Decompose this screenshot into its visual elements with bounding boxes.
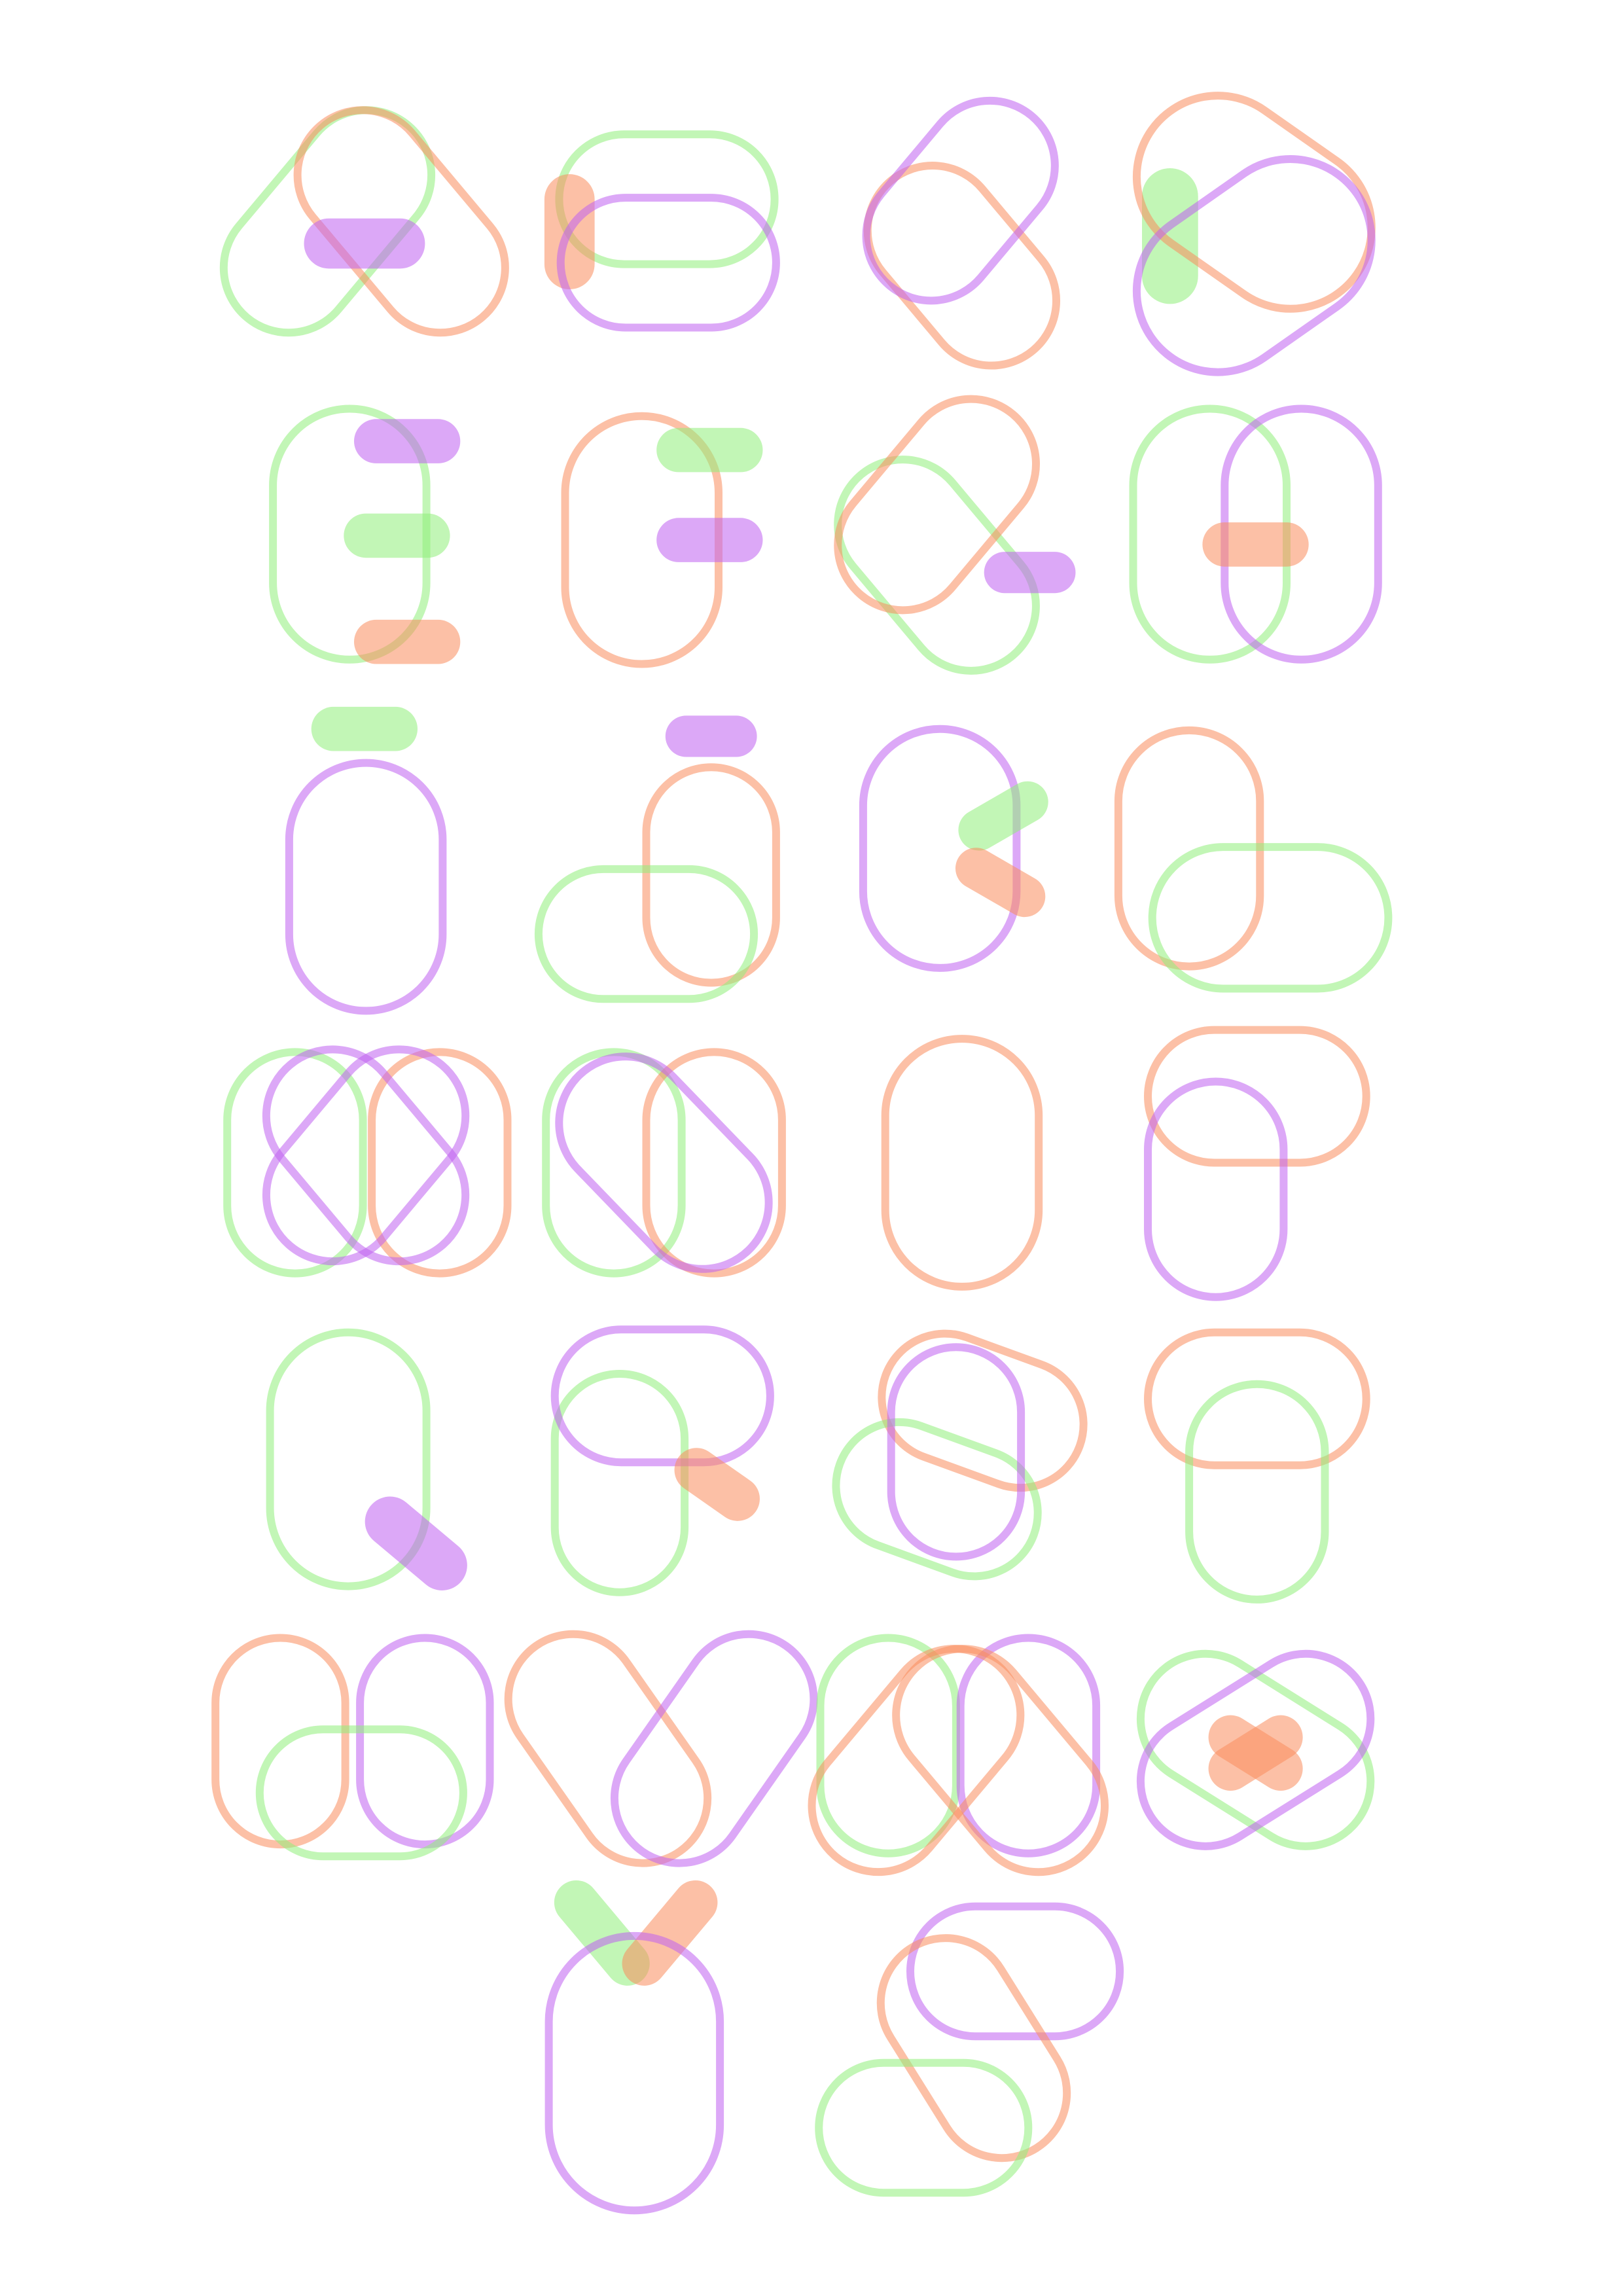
glyph-g-bar-3 (984, 552, 1076, 594)
glyph-s-ring-1 (878, 1329, 1088, 1492)
glyph-v-ring-2 (610, 1630, 818, 1867)
glyph-k-ring-1 (859, 725, 1021, 972)
glyph-r (550, 1325, 774, 1596)
glyph-q (266, 1328, 467, 1590)
glyph-h (1129, 404, 1382, 664)
glyph-z-ring-2 (876, 1934, 1071, 2162)
glyph-f-bar-3 (656, 518, 763, 562)
glyph-p (1143, 1026, 1370, 1301)
glyph-i-bar-2 (311, 706, 418, 751)
glyph-d (1132, 92, 1376, 376)
glyph-p-ring-2 (1143, 1077, 1288, 1301)
glyph-x (1136, 1649, 1375, 1850)
glyph-k (859, 725, 1048, 972)
glyph-z-ring-3 (815, 2058, 1033, 2197)
glyph-j (534, 715, 780, 1003)
glyph-e-bar-2 (354, 419, 461, 463)
glyph-i (285, 706, 447, 1015)
glyph-t-ring-2 (1185, 1380, 1329, 1604)
glyph-y (544, 1880, 724, 2215)
glyph-n (542, 1048, 786, 1278)
pill-alphabet-poster (211, 92, 1393, 2215)
glyph-o-ring-1 (881, 1035, 1043, 1291)
glyph-g (834, 395, 1076, 675)
glyph-b (544, 130, 780, 332)
glyph-e (269, 404, 461, 664)
glyph-t-ring-1 (1144, 1328, 1370, 1469)
glyph-k-bar-3 (955, 848, 1046, 918)
glyph-h-bar-3 (1202, 522, 1309, 567)
glyph-c (862, 96, 1061, 370)
glyph-r-ring-2 (550, 1325, 774, 1467)
glyph-u-ring-2 (356, 1634, 494, 1849)
glyph-f (561, 412, 763, 668)
glyph-v (504, 1630, 818, 1867)
glyph-v-ring-1 (504, 1630, 712, 1867)
glyph-r-ring-1 (550, 1370, 689, 1596)
glyph-o (881, 1035, 1043, 1291)
glyph-z-ring-1 (906, 1902, 1124, 2041)
glyph-j-bar-3 (665, 715, 757, 757)
glyph-u (211, 1634, 494, 1861)
glyph-d-bar-1 (1142, 168, 1198, 304)
glyph-l (1114, 726, 1393, 993)
glyph-e-bar-3 (344, 513, 450, 558)
glyph-m (223, 1045, 512, 1278)
glyph-a (219, 106, 509, 337)
glyph-e-bar-4 (354, 619, 461, 664)
glyph-k-bar-2 (958, 781, 1048, 851)
glyph-t (1144, 1328, 1370, 1604)
glyph-g-ring-2 (834, 395, 1040, 615)
glyph-i-ring-1 (285, 759, 447, 1015)
glyph-w (808, 1634, 1109, 1876)
glyph-a-bar-3 (304, 218, 425, 269)
glyph-z (815, 1902, 1124, 2197)
glyph-s (832, 1329, 1088, 1581)
glyph-f-bar-2 (656, 427, 763, 473)
glyph-c-ring-2 (862, 96, 1059, 305)
